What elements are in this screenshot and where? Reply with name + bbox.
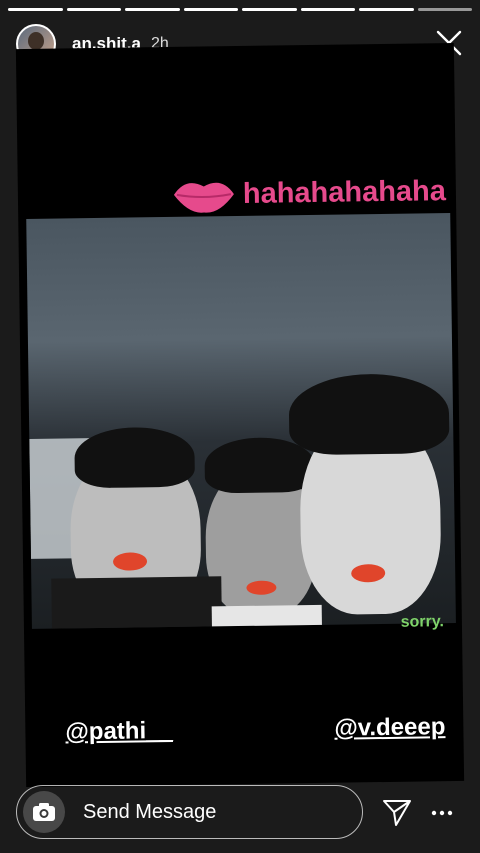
story-progress bbox=[8, 8, 472, 11]
progress-segment bbox=[125, 8, 180, 11]
send-message-field[interactable]: Send Message bbox=[16, 785, 363, 839]
hair bbox=[74, 426, 195, 489]
progress-segment bbox=[66, 8, 121, 11]
progress-segment bbox=[8, 8, 63, 11]
story-photo bbox=[26, 213, 456, 629]
progress-segment bbox=[183, 8, 238, 11]
caption: sorry. bbox=[400, 613, 445, 631]
hair bbox=[288, 373, 450, 456]
send-icon[interactable] bbox=[382, 797, 412, 827]
kiss-sticker: hahahahahaha bbox=[171, 169, 447, 217]
progress-segment bbox=[359, 8, 414, 11]
more-icon[interactable] bbox=[430, 801, 454, 825]
mention-right[interactable]: @v.deeep bbox=[334, 713, 445, 743]
camera-icon[interactable] bbox=[23, 791, 65, 833]
story-content[interactable]: hahahahahaha sorry. @pathi__ @v.deeep bbox=[15, 42, 465, 788]
story-footer: Send Message bbox=[0, 779, 480, 853]
message-placeholder: Send Message bbox=[83, 800, 217, 823]
progress-segment-current bbox=[417, 8, 472, 11]
jacket bbox=[51, 576, 223, 629]
lips-icon bbox=[171, 172, 238, 217]
progress-segment bbox=[300, 8, 355, 11]
sticker-text: hahahahahaha bbox=[242, 174, 447, 210]
mention-left[interactable]: @pathi__ bbox=[65, 717, 173, 746]
progress-segment bbox=[242, 8, 297, 11]
tshirt bbox=[211, 604, 323, 629]
